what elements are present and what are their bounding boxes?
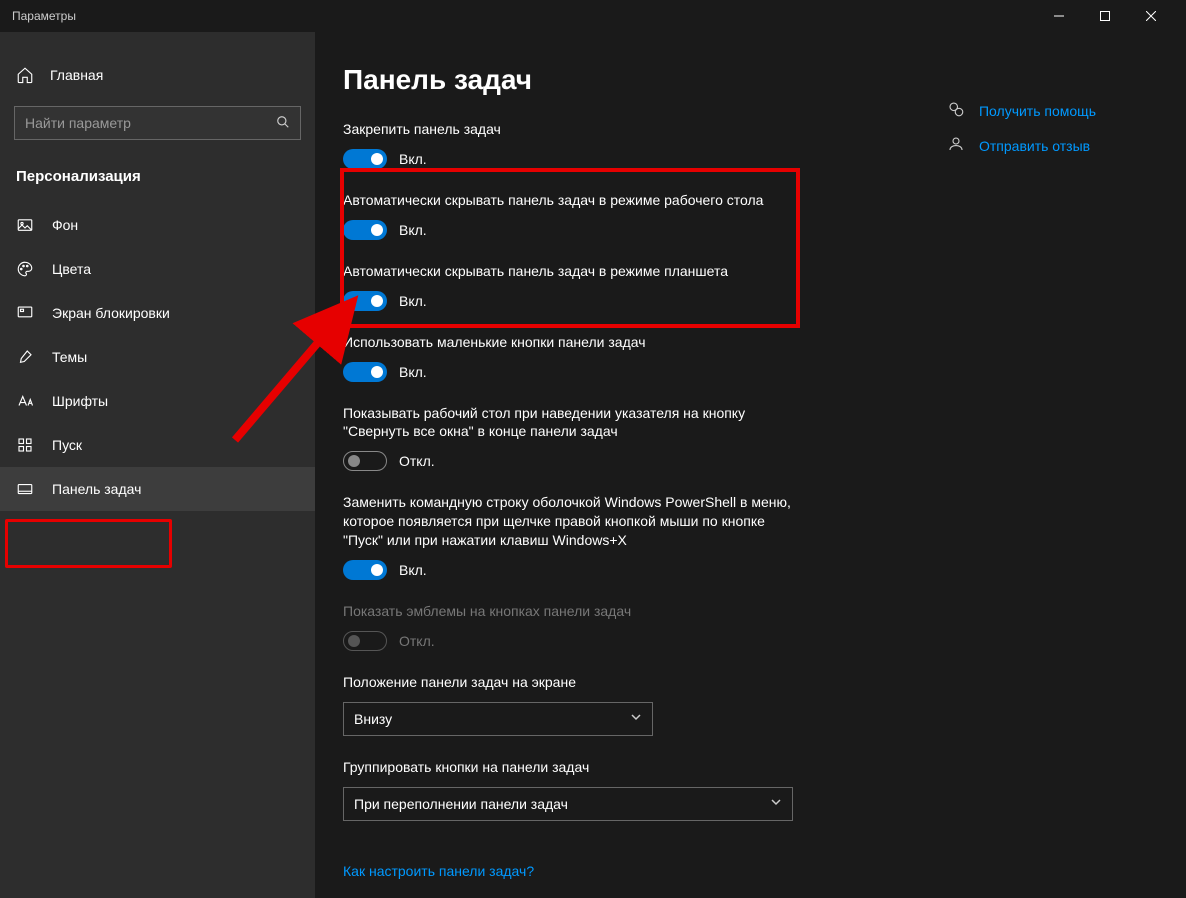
minimize-button[interactable] xyxy=(1036,0,1082,32)
close-button[interactable] xyxy=(1128,0,1174,32)
toggle-state: Вкл. xyxy=(399,562,427,578)
setting-powershell: Заменить командную строку оболочкой Wind… xyxy=(343,493,803,580)
palette-icon xyxy=(16,260,34,278)
setting-label: Показывать рабочий стол при наведении ук… xyxy=(343,404,803,442)
toggle-state: Вкл. xyxy=(399,293,427,309)
toggle-powershell[interactable] xyxy=(343,560,387,580)
sidebar-item-themes[interactable]: Темы xyxy=(0,335,315,379)
sidebar: Главная Персонализация Фон Цвета Экран б… xyxy=(0,32,315,898)
search-box[interactable] xyxy=(14,106,301,140)
toggle-badges xyxy=(343,631,387,651)
sidebar-item-taskbar[interactable]: Панель задач xyxy=(0,467,315,511)
setting-position: Положение панели задач на экране Внизу xyxy=(343,673,803,736)
feedback-icon xyxy=(947,135,965,156)
sidebar-item-label: Экран блокировки xyxy=(52,305,170,321)
sidebar-item-background[interactable]: Фон xyxy=(0,203,315,247)
section-label: Персонализация xyxy=(0,160,315,203)
get-help-link[interactable]: Получить помощь xyxy=(947,100,1096,121)
sidebar-item-fonts[interactable]: Шрифты xyxy=(0,379,315,423)
search-icon xyxy=(276,115,290,132)
chevron-down-icon xyxy=(630,711,642,726)
setting-autohide-tablet: Автоматически скрывать панель задач в ре… xyxy=(343,262,803,311)
home-link[interactable]: Главная xyxy=(0,56,315,94)
setting-peek-desktop: Показывать рабочий стол при наведении ук… xyxy=(343,404,803,472)
brush-icon xyxy=(16,348,34,366)
maximize-button[interactable] xyxy=(1082,0,1128,32)
sidebar-item-label: Фон xyxy=(52,217,78,233)
page-title: Панель задач xyxy=(343,64,1186,96)
taskbar-icon xyxy=(16,480,34,498)
sidebar-item-label: Цвета xyxy=(52,261,91,277)
font-icon xyxy=(16,392,34,410)
annotation-highlight-sidebar xyxy=(5,519,172,568)
setting-label: Показать эмблемы на кнопках панели задач xyxy=(343,602,803,621)
right-links: Получить помощь Отправить отзыв xyxy=(947,100,1096,156)
grid-icon xyxy=(16,436,34,454)
setting-lock-taskbar: Закрепить панель задач Вкл. xyxy=(343,120,803,169)
setting-label: Использовать маленькие кнопки панели зад… xyxy=(343,333,803,352)
setting-label: Автоматически скрывать панель задач в ре… xyxy=(343,191,803,210)
toggle-lock-taskbar[interactable] xyxy=(343,149,387,169)
window-title: Параметры xyxy=(12,9,1036,23)
picture-icon xyxy=(16,216,34,234)
sidebar-item-label: Панель задач xyxy=(52,481,141,497)
toggle-peek-desktop[interactable] xyxy=(343,451,387,471)
setting-label: Автоматически скрывать панель задач в ре… xyxy=(343,262,803,281)
toggle-autohide-tablet[interactable] xyxy=(343,291,387,311)
setting-autohide-desktop: Автоматически скрывать панель задач в ре… xyxy=(343,191,803,240)
sidebar-item-label: Шрифты xyxy=(52,393,108,409)
link-label: Получить помощь xyxy=(979,103,1096,119)
setting-label: Группировать кнопки на панели задач xyxy=(343,758,803,777)
chevron-down-icon xyxy=(770,796,782,811)
toggle-state: Откл. xyxy=(399,633,435,649)
sidebar-item-colors[interactable]: Цвета xyxy=(0,247,315,291)
dropdown-value: Внизу xyxy=(354,711,392,727)
sidebar-item-lockscreen[interactable]: Экран блокировки xyxy=(0,291,315,335)
feedback-link[interactable]: Отправить отзыв xyxy=(947,135,1096,156)
toggle-state: Откл. xyxy=(399,453,435,469)
sidebar-item-label: Пуск xyxy=(52,437,82,453)
sidebar-item-label: Темы xyxy=(52,349,87,365)
toggle-state: Вкл. xyxy=(399,364,427,380)
sidebar-item-start[interactable]: Пуск xyxy=(0,423,315,467)
dropdown-value: При переполнении панели задач xyxy=(354,796,568,812)
main-content: Панель задач Закрепить панель задач Вкл.… xyxy=(315,32,1186,898)
dropdown-group[interactable]: При переполнении панели задач xyxy=(343,787,793,821)
setting-small-buttons: Использовать маленькие кнопки панели зад… xyxy=(343,333,803,382)
toggle-state: Вкл. xyxy=(399,222,427,238)
titlebar: Параметры xyxy=(0,0,1186,32)
setting-label: Закрепить панель задач xyxy=(343,120,803,139)
setting-badges: Показать эмблемы на кнопках панели задач… xyxy=(343,602,803,651)
monitor-icon xyxy=(16,304,34,322)
search-input[interactable] xyxy=(25,115,276,131)
help-icon xyxy=(947,100,965,121)
home-label: Главная xyxy=(50,67,103,83)
toggle-autohide-desktop[interactable] xyxy=(343,220,387,240)
toggle-small-buttons[interactable] xyxy=(343,362,387,382)
window-controls xyxy=(1036,0,1174,32)
setting-label: Заменить командную строку оболочкой Wind… xyxy=(343,493,803,550)
link-label: Отправить отзыв xyxy=(979,138,1090,154)
toggle-state: Вкл. xyxy=(399,151,427,167)
setting-label: Положение панели задач на экране xyxy=(343,673,803,692)
setting-group-buttons: Группировать кнопки на панели задач При … xyxy=(343,758,803,821)
help-link[interactable]: Как настроить панели задач? xyxy=(343,863,534,879)
home-icon xyxy=(16,66,34,84)
dropdown-position[interactable]: Внизу xyxy=(343,702,653,736)
